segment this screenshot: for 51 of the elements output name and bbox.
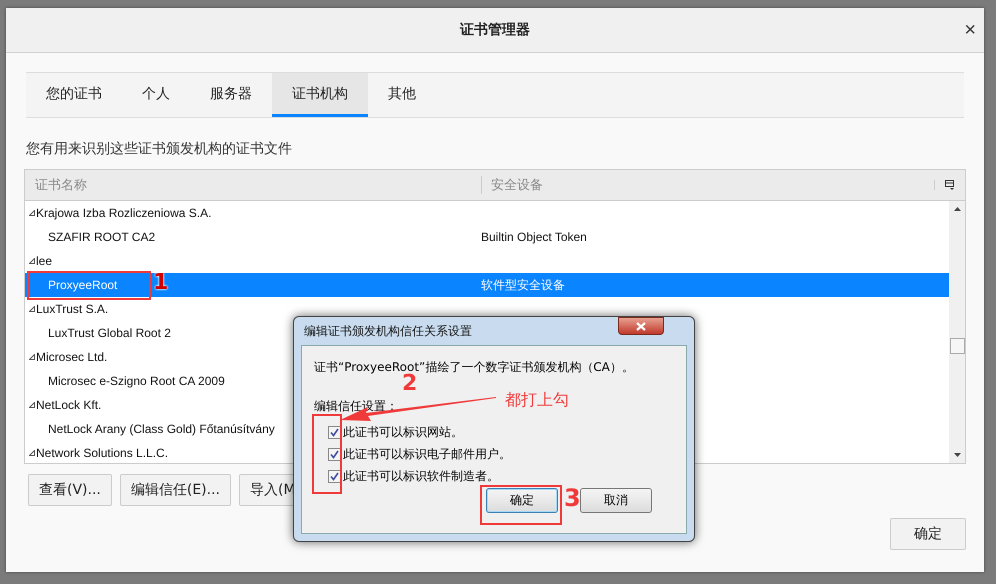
checkbox[interactable]	[328, 448, 341, 460]
checkbox-label: 此证书可以标识电子邮件用户。	[343, 446, 511, 462]
group-name[interactable]: Microsec Ltd.	[36, 350, 108, 364]
tab[interactable]: 服务器	[190, 73, 272, 117]
close-button[interactable]	[618, 317, 664, 335]
step-number: 1	[153, 271, 168, 295]
certificate-name[interactable]: LuxTrust Global Root 2	[48, 326, 171, 340]
ok-button[interactable]: 确定	[486, 488, 558, 513]
expanded-triangle-icon[interactable]	[29, 402, 35, 408]
security-device: 软件型安全设备	[480, 276, 565, 294]
expanded-triangle-icon[interactable]	[29, 210, 35, 216]
expanded-triangle-icon[interactable]	[29, 354, 35, 360]
tab[interactable]: 其他	[368, 73, 436, 117]
description-text: 您有用来识别这些证书颁发机构的证书文件	[26, 140, 293, 158]
cancel-button[interactable]: 取消	[580, 488, 652, 513]
close-button[interactable]: ×	[960, 20, 980, 40]
tab[interactable]: 您的证书	[26, 73, 122, 117]
checkbox-label: 此证书可以标识软件制造者。	[343, 468, 499, 484]
certificate-name[interactable]: Microsec e-Szigno Root CA 2009	[48, 374, 225, 388]
group-name[interactable]: LuxTrust S.A.	[36, 302, 108, 316]
certificate-name[interactable]: NetLock Arany (Class Gold) Főtanúsítvány	[48, 422, 275, 436]
expanded-triangle-icon[interactable]	[29, 258, 35, 264]
checkbox[interactable]	[328, 426, 341, 438]
group-name[interactable]: Network Solutions L.L.C.	[36, 446, 168, 460]
dialog-title: 编辑证书颁发机构信任关系设置	[304, 322, 472, 340]
window-title: 证书管理器	[460, 21, 530, 39]
action-button[interactable]: 编辑信任(E)...	[120, 474, 231, 506]
group-name[interactable]: Krajowa Izba Rozliczeniowa S.A.	[36, 206, 212, 220]
group-name[interactable]: NetLock Kft.	[36, 398, 102, 412]
column-picker-icon[interactable]	[934, 180, 955, 190]
scroll-up-icon[interactable]	[954, 207, 960, 211]
dialog-message: 证书“ProxyeeRoot”描绘了一个数字证书颁发机构（CA）。	[314, 359, 635, 374]
step-number: 3	[564, 484, 581, 512]
action-button[interactable]: 查看(V)...	[28, 474, 112, 506]
close-icon[interactable]	[636, 322, 646, 330]
tab[interactable]: 证书机构	[272, 73, 368, 117]
scrollbar[interactable]	[949, 201, 965, 463]
ok-button[interactable]: 确定	[890, 518, 966, 550]
scroll-down-icon[interactable]	[954, 453, 960, 457]
group-name[interactable]: lee	[36, 254, 52, 268]
security-device: Builtin Object Token	[480, 230, 587, 244]
annotation-note: 都打上勾	[505, 390, 569, 411]
scrollbar-thumb[interactable]	[950, 338, 965, 354]
checkbox-label: 此证书可以标识网站。	[343, 424, 463, 440]
certificate-name: ProxyeeRoot	[48, 278, 118, 292]
certificate-name[interactable]: SZAFIR ROOT CA2	[48, 230, 156, 244]
step-number: 2	[402, 373, 418, 395]
expanded-triangle-icon[interactable]	[29, 306, 35, 312]
checkbox[interactable]	[328, 470, 341, 482]
expanded-triangle-icon[interactable]	[29, 450, 35, 456]
tab[interactable]: 个人	[122, 73, 190, 117]
